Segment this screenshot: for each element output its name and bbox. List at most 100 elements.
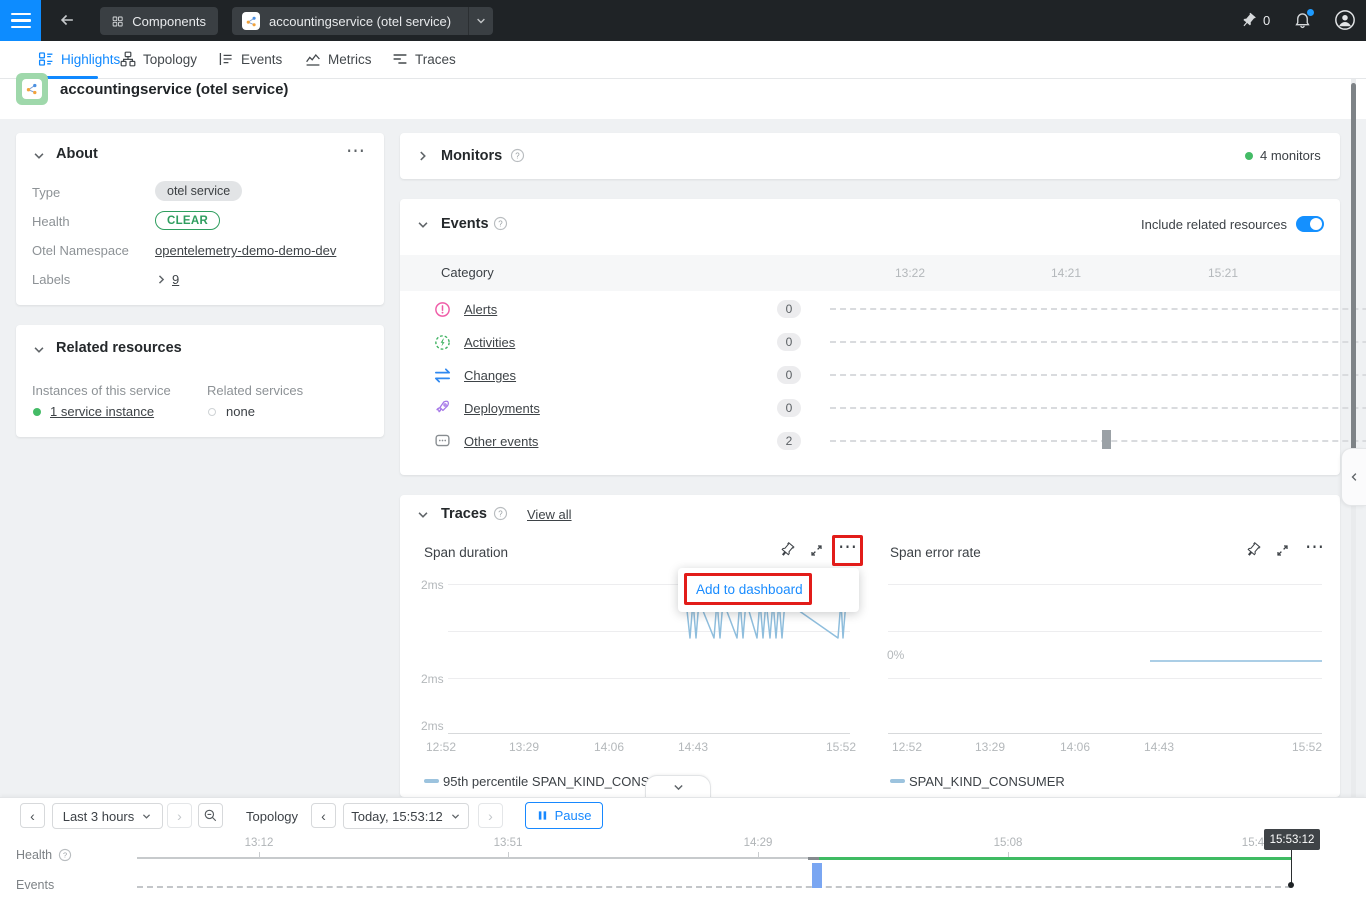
include-related-toggle[interactable] (1296, 216, 1324, 232)
traces-title: Traces (441, 506, 487, 522)
alerts-count: 0 (777, 300, 801, 318)
traces-card: Traces ? View all Span duration ⋯ 2ms 2m… (400, 495, 1340, 797)
help-icon[interactable]: ? (58, 848, 72, 862)
chevron-down-icon (475, 15, 487, 27)
components-tab-label: Components (132, 14, 206, 29)
side-panel-expand-handle[interactable] (1341, 448, 1366, 506)
span-error-rate-chart[interactable] (888, 578, 1322, 733)
playhead-dot[interactable] (1288, 882, 1294, 888)
pause-button[interactable]: Pause (525, 802, 603, 829)
components-tab[interactable]: Components (100, 7, 218, 35)
y-tick-label: 2ms (421, 672, 444, 686)
tab-events-label: Events (241, 52, 282, 67)
share-glyph-icon (245, 15, 258, 28)
tab-highlights[interactable]: Highlights (38, 51, 120, 67)
timeline-tick-label: 13:51 (494, 837, 523, 849)
timeline-tick-label: 13:12 (245, 837, 274, 849)
time-range-dropdown[interactable]: Last 3 hours (52, 803, 163, 829)
tab-topology[interactable]: Topology (120, 51, 197, 67)
namespace-label: Otel Namespace (32, 243, 129, 258)
other-events-link[interactable]: Other events (464, 434, 538, 449)
span-error-rate-pin-button[interactable] (1245, 542, 1261, 563)
time-range-back-button[interactable]: ‹ (20, 803, 45, 828)
components-grid-icon (112, 14, 123, 29)
span-error-rate-expand-button[interactable] (1275, 543, 1290, 563)
collapse-chevron-icon[interactable] (32, 149, 46, 163)
tab-metrics[interactable]: Metrics (305, 51, 372, 67)
x-tick-label: 15:52 (826, 740, 856, 754)
span-error-rate-legend: SPAN_KIND_CONSUMER (909, 774, 1065, 789)
collapse-chevron-icon[interactable] (32, 343, 46, 357)
help-icon[interactable]: ? (493, 506, 508, 521)
health-row-label: Health ? (16, 848, 72, 862)
namespace-link[interactable]: opentelemetry-demo-demo-dev (155, 243, 336, 258)
x-tick-label: 14:06 (1060, 740, 1090, 754)
help-icon[interactable]: ? (493, 216, 508, 231)
health-timeline-dark-segment[interactable] (808, 857, 819, 860)
chevron-down-icon (672, 781, 685, 794)
labels-expand-chevron-icon[interactable] (155, 273, 168, 286)
share-glyph-icon (25, 82, 39, 96)
monitors-card: Monitors ? 4 monitors (400, 133, 1340, 179)
tab-traces[interactable]: Traces (392, 51, 456, 67)
datetime-back-button[interactable]: ‹ (311, 803, 336, 828)
x-tick-label: 13:29 (509, 740, 539, 754)
include-related-label: Include related resources (1141, 217, 1287, 232)
health-timeline-green-segment[interactable] (819, 857, 1291, 860)
tab-events[interactable]: Events (218, 51, 282, 67)
events-table-header: Category 13:22 14:21 15:21 (400, 255, 1340, 291)
related-services-value: none (226, 404, 255, 419)
collapse-chevron-icon[interactable] (416, 218, 430, 232)
other-events-marker[interactable] (1102, 430, 1111, 449)
legend-swatch (890, 779, 905, 783)
service-instance-link[interactable]: 1 service instance (50, 404, 154, 419)
span-duration-title: Span duration (424, 545, 508, 560)
labels-count-link[interactable]: 9 (172, 272, 179, 287)
span-duration-expand-button[interactable] (809, 543, 824, 563)
datetime-dropdown[interactable]: Today, 15:53:12 (343, 803, 469, 829)
instances-header: Instances of this service (32, 383, 171, 398)
toggle-knob (1310, 218, 1322, 230)
pin-counter[interactable]: 0 (1240, 12, 1270, 29)
back-button[interactable] (58, 11, 76, 34)
span-error-rate-more-button[interactable]: ⋯ (1305, 536, 1324, 559)
svg-text:?: ? (63, 851, 67, 860)
activities-timeline (830, 341, 1366, 343)
user-avatar[interactable] (1334, 9, 1356, 36)
help-icon[interactable]: ? (510, 148, 525, 163)
expand-chevron-icon[interactable] (416, 149, 430, 163)
scrollbar-thumb[interactable] (1351, 83, 1356, 460)
health-label-text: Health (16, 848, 52, 862)
pin-icon (1242, 539, 1265, 562)
service-icon (242, 12, 260, 30)
collapse-chevron-icon[interactable] (416, 508, 430, 522)
timeline-collapse-tab[interactable] (645, 775, 711, 799)
main-menu-button[interactable] (0, 0, 41, 41)
entity-tab-dropdown[interactable] (468, 7, 493, 35)
datetime-forward-button[interactable]: › (478, 803, 503, 828)
zoom-out-button[interactable] (198, 803, 223, 828)
monitors-status: 4 monitors (1260, 148, 1321, 163)
application-window: Components accountingservice (otel servi… (0, 0, 1366, 910)
entity-tab-main[interactable]: accountingservice (otel service) (232, 12, 468, 30)
alerts-link[interactable]: Alerts (464, 302, 497, 317)
timeline-tick-label: 15:4 (1242, 837, 1264, 849)
about-more-button[interactable]: ⋯ (346, 140, 366, 163)
deployments-link[interactable]: Deployments (464, 401, 540, 416)
activities-link[interactable]: Activities (464, 335, 515, 350)
avatar-icon (1334, 9, 1356, 31)
time-range-forward-button[interactable]: › (167, 803, 192, 828)
events-timeline-event-marker[interactable] (812, 863, 822, 888)
changes-link[interactable]: Changes (464, 368, 516, 383)
view-all-link[interactable]: View all (527, 507, 572, 522)
changes-count: 0 (777, 366, 801, 384)
notifications-button[interactable] (1293, 10, 1312, 34)
events-timeline-dashed[interactable] (137, 886, 1291, 888)
span-duration-pin-button[interactable] (779, 542, 795, 563)
entity-tab-label: accountingservice (otel service) (269, 14, 451, 29)
health-timeline-gray-segment[interactable] (137, 857, 808, 859)
svg-text:?: ? (498, 509, 503, 518)
datetime-value: Today, 15:53:12 (351, 809, 443, 824)
entity-tab[interactable]: accountingservice (otel service) (232, 7, 493, 35)
playhead-line[interactable] (1291, 848, 1292, 884)
